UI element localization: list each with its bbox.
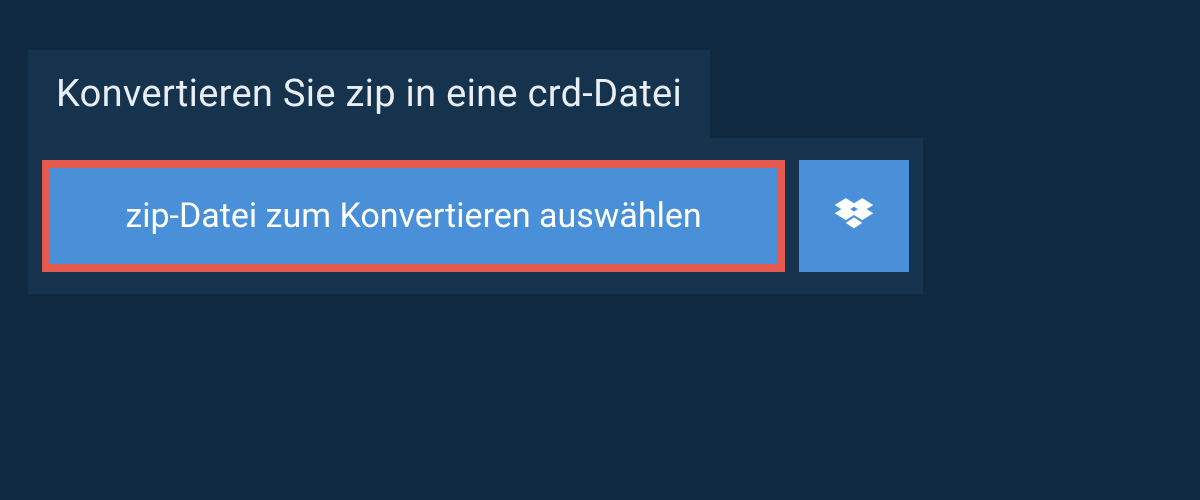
select-file-button-label: zip-Datei zum Konvertieren auswählen (125, 196, 701, 236)
dropbox-icon (832, 194, 876, 238)
select-file-button[interactable]: zip-Datei zum Konvertieren auswählen (42, 160, 785, 272)
dropbox-button[interactable] (799, 160, 909, 272)
converter-panel: Konvertieren Sie zip in eine crd-Datei z… (0, 0, 1200, 344)
page-title: Konvertieren Sie zip in eine crd-Datei (28, 50, 710, 138)
button-row: zip-Datei zum Konvertieren auswählen (28, 138, 923, 294)
